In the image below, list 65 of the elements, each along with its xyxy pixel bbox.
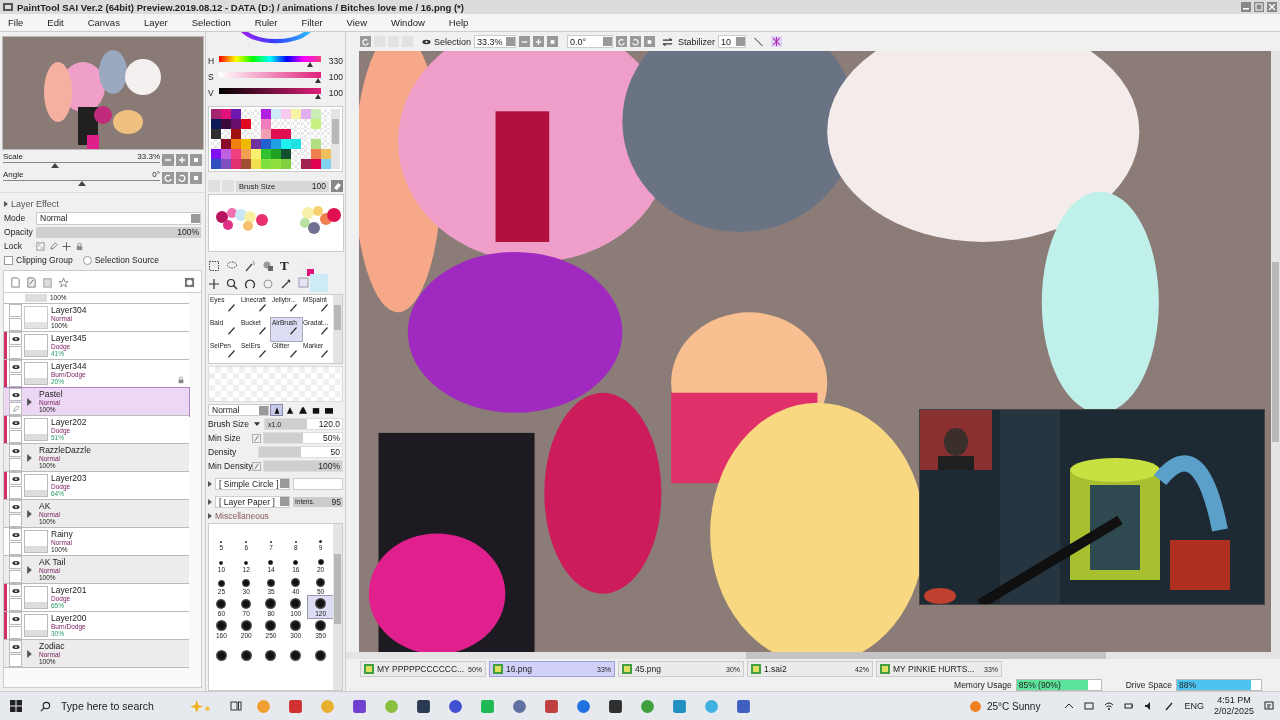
mode-dropdown[interactable]: Normal [36, 211, 201, 225]
setting-slider[interactable]: 50 [258, 446, 343, 458]
language-indicator[interactable]: ENG [1184, 701, 1204, 711]
layer-name: Layer202 [51, 417, 87, 427]
angle-field[interactable]: 0.0° [567, 35, 614, 48]
layer-name: Layer200 [51, 613, 87, 623]
menu-item[interactable]: Window [389, 17, 427, 28]
section-header[interactable]: Miscellaneous [208, 510, 343, 521]
selection-toggle[interactable]: Selection [422, 36, 472, 47]
text-tool[interactable]: T [280, 260, 294, 274]
stabilizer-label: Stabilizer [678, 36, 716, 47]
brush-shape-dropdown[interactable]: [ Simple Circle ] [215, 477, 290, 490]
setting-slider[interactable]: 50% [263, 432, 343, 444]
setting-label: Min Density [208, 461, 254, 471]
slider-label: V [208, 88, 215, 98]
setting-label: Min Size [208, 433, 242, 443]
slider-value: 100 [327, 88, 343, 98]
setting-label: Density [208, 447, 238, 457]
drive-space-label: Drive Space [1125, 679, 1172, 690]
menu-item[interactable]: Filter [299, 17, 325, 28]
clipping-group-checkbox[interactable]: Clipping Group [4, 255, 73, 265]
layer-effect-toggle[interactable]: Layer Effect [0, 192, 205, 211]
layer-name: Layer304 [51, 305, 87, 315]
setting-label: Brush Size [208, 419, 251, 429]
menu-item[interactable]: Edit [45, 17, 66, 28]
layer-name: Layer201 [51, 585, 87, 595]
layer-name: Pastel [39, 389, 63, 399]
selection-source-radio[interactable]: Selection Source [82, 255, 159, 265]
layer-name: Layer203 [51, 473, 87, 483]
mode-label: Mode [4, 213, 27, 223]
slider-label: S [208, 72, 215, 82]
setting-slider[interactable]: 100% [263, 460, 343, 472]
lock-label: Lock [4, 241, 23, 251]
drive-space-meter: 88% [1176, 678, 1262, 691]
clock[interactable]: 4:51 PM 2/02/2025 [1213, 695, 1254, 717]
layer-name: AK Tail [39, 557, 66, 567]
stabilizer-dropdown[interactable]: 10 [718, 35, 747, 48]
slider[interactable]: Scale 33.3% [3, 152, 160, 168]
menu-item[interactable]: Canvas [85, 17, 122, 28]
memory-meter: 85% (90%) [1015, 678, 1102, 691]
slider-label: H [208, 56, 216, 66]
layer-name: Layer344 [51, 361, 87, 371]
slider-value: 330 [327, 56, 343, 66]
weather-widget[interactable]: 25°C Sunny [968, 699, 1041, 713]
menu-item[interactable]: Ruler [252, 17, 280, 28]
menu-item[interactable]: Layer [141, 17, 170, 28]
menu-item[interactable]: View [344, 17, 369, 28]
layer-name: RazzleDazzle [39, 445, 91, 455]
window-title: PaintTool SAI Ver.2 (64bit) Preview.2019.08.12 - DATA (D:) / animations / Bitches love me / 16.png (*) [17, 1, 464, 13]
menu-item[interactable]: Help [446, 17, 471, 28]
zoom-field[interactable]: 33.3% [474, 35, 517, 48]
menu-item[interactable]: File [6, 17, 26, 28]
texture-dropdown[interactable]: [ Layer Paper ] [215, 495, 290, 508]
menu-item[interactable]: Selection [189, 17, 233, 28]
layer-name: Zodiac [39, 641, 65, 651]
layer-name: Rainy [51, 529, 73, 539]
opacity-slider[interactable]: 100% [36, 226, 201, 238]
opacity-label: Opacity [4, 227, 32, 237]
layer-name: Layer345 [51, 333, 87, 343]
blend-mode-dropdown[interactable]: Normal [208, 404, 269, 416]
layer-name: AK [39, 501, 52, 511]
memory-label: Memory Usage [954, 679, 1012, 690]
slider-value: 100 [327, 72, 343, 82]
slider[interactable]: Angle 0° [3, 170, 160, 186]
search-field[interactable]: Type here to search [59, 699, 182, 713]
